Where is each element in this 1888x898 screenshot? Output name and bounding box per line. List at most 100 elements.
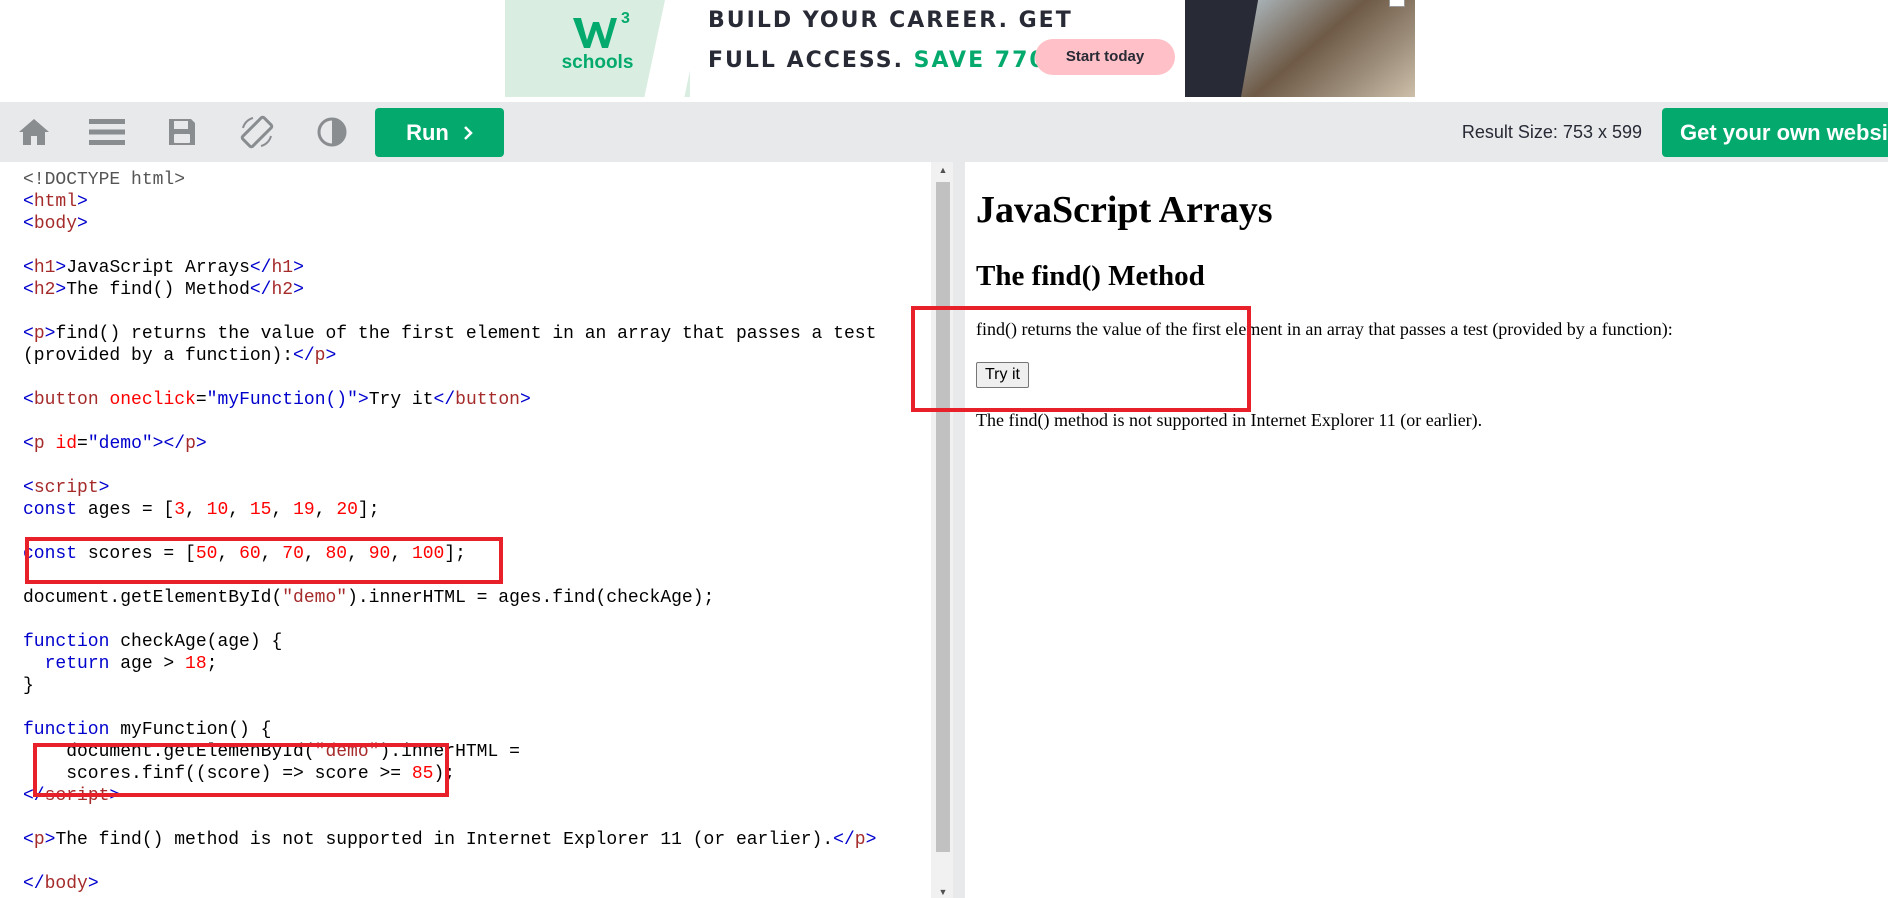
panel-divider[interactable]: [953, 162, 965, 898]
code-token: <: [23, 434, 34, 454]
code-token: </: [23, 874, 45, 894]
code-line[interactable]: [23, 609, 876, 631]
code-token: body: [44, 874, 88, 894]
code-token: body: [33, 214, 78, 234]
chevron-right-icon: [463, 125, 473, 140]
ad-close-icon[interactable]: [1389, 0, 1405, 7]
code-token: 3: [174, 500, 186, 520]
get-own-website-button[interactable]: Get your own website: [1662, 108, 1888, 157]
code-token: </: [249, 258, 272, 278]
code-line[interactable]: return age > 18;: [23, 653, 876, 675]
code-line[interactable]: [23, 851, 876, 873]
ad-banner[interactable]: 3 schools BUILD YOUR CAREER. GET FULL AC…: [505, 0, 1415, 97]
code-token: );: [433, 764, 456, 784]
code-token: <: [23, 214, 34, 234]
code-token: p: [33, 434, 45, 454]
code-line[interactable]: [23, 565, 876, 587]
run-button[interactable]: Run: [375, 108, 504, 157]
code-token: }: [23, 676, 34, 696]
ad-headline-2: FULL ACCESS. SAVE 770$: [708, 48, 1064, 73]
code-line[interactable]: function checkAge(age) {: [23, 631, 876, 653]
code-token: >: [357, 390, 369, 410]
code-line[interactable]: </script>: [23, 785, 876, 807]
code-line[interactable]: [23, 235, 876, 257]
result-size-text: Result Size: 753 x 599: [1461, 122, 1642, 142]
scroll-down-icon[interactable]: ▼: [936, 886, 950, 898]
code-token: oneclick: [109, 390, 196, 410]
code-line[interactable]: const ages = [3, 10, 15, 19, 20];: [23, 499, 876, 521]
code-line[interactable]: <h1>JavaScript Arrays</h1>: [23, 257, 876, 279]
code-token: <: [23, 478, 34, 498]
code-line[interactable]: document.getElementById("demo").innerHTM…: [23, 587, 876, 609]
code-token: 20: [336, 500, 358, 520]
code-line[interactable]: <!DOCTYPE html>: [23, 169, 876, 191]
code-token: </: [833, 830, 855, 850]
code-line[interactable]: (provided by a function):</p>: [23, 345, 876, 367]
code-line[interactable]: function myFunction() {: [23, 719, 876, 741]
code-token: =: [195, 390, 207, 410]
code-token: <!DOCTYPE html>: [23, 170, 186, 190]
code-token: The find() method is not supported in In…: [55, 830, 834, 850]
code-line[interactable]: [23, 455, 876, 477]
result-heading: JavaScript Arrays: [976, 189, 1273, 231]
contrast-icon[interactable]: [312, 114, 352, 150]
code-token: return: [44, 654, 110, 674]
code-token: document.getElementById(: [23, 588, 283, 608]
try-it-button[interactable]: Try it: [976, 362, 1029, 388]
code-line[interactable]: <h2>The find() Method</h2>: [23, 279, 876, 301]
code-line[interactable]: </body>: [23, 873, 876, 895]
code-token: h2: [271, 280, 294, 300]
code-token: ];: [444, 544, 466, 564]
code-editor[interactable]: <!DOCTYPE html> <html> <body> <h1>JavaScri…: [13, 162, 950, 898]
code-token: h1: [271, 258, 294, 278]
menu-icon[interactable]: [87, 114, 127, 150]
code-line[interactable]: [23, 807, 876, 829]
code-token: 15: [249, 500, 272, 520]
code-token: "demo": [282, 588, 348, 608]
rotate-icon[interactable]: [237, 114, 277, 150]
code-token: id: [55, 434, 78, 454]
code-line[interactable]: <p>find() returns the value of the first…: [23, 323, 876, 345]
code-token: p: [33, 830, 45, 850]
code-line[interactable]: [23, 521, 876, 543]
code-token: age >: [109, 654, 186, 674]
code-token: >: [325, 346, 337, 366]
code-token: h2: [33, 280, 56, 300]
code-token: ></: [152, 434, 186, 454]
code-token: h1: [33, 258, 56, 278]
code-token: </: [433, 390, 456, 410]
code-line[interactable]: document.getElemenById("demo").innerHTML…: [23, 741, 876, 763]
code-line[interactable]: <p>The find() method is not supported in…: [23, 829, 876, 851]
code-token: =: [77, 434, 88, 454]
code-line[interactable]: const scores = [50, 60, 70, 80, 90, 100]…: [23, 543, 876, 565]
code-token: <: [23, 258, 34, 278]
ad-photo-image: [1241, 0, 1415, 97]
editor-scrollbar-thumb[interactable]: [936, 182, 950, 852]
code-line[interactable]: <html>: [23, 191, 876, 213]
code-line[interactable]: <button oneclick="myFunction()">Try it</…: [23, 389, 876, 411]
code-token: ,: [314, 500, 337, 520]
code-line[interactable]: [23, 697, 876, 719]
code-line[interactable]: <p id="demo"></p>: [23, 433, 876, 455]
code-token: <: [23, 280, 34, 300]
code-token: ,: [271, 500, 294, 520]
start-today-button[interactable]: Start today: [1035, 39, 1175, 75]
home-icon[interactable]: [14, 114, 54, 150]
code-token: 18: [185, 654, 207, 674]
code-line[interactable]: [23, 301, 876, 323]
code-line[interactable]: [23, 367, 876, 389]
code-token: </: [293, 346, 315, 366]
code-token: ages = [: [77, 500, 175, 520]
save-icon[interactable]: [162, 114, 202, 150]
scroll-up-icon[interactable]: ▲: [936, 164, 950, 176]
code-token: scores = [: [77, 544, 196, 564]
code-token: 50: [195, 544, 218, 564]
code-token: (provided by a function):: [23, 346, 294, 366]
code-line[interactable]: scores.finf((score) => score >= 85);: [23, 763, 876, 785]
code-line[interactable]: <script>: [23, 477, 876, 499]
code-content[interactable]: <!DOCTYPE html> <html> <body> <h1>JavaScri…: [23, 169, 876, 895]
code-line[interactable]: <body>: [23, 213, 876, 235]
code-line[interactable]: }: [23, 675, 876, 697]
code-line[interactable]: [23, 411, 876, 433]
code-token: 80: [325, 544, 348, 564]
